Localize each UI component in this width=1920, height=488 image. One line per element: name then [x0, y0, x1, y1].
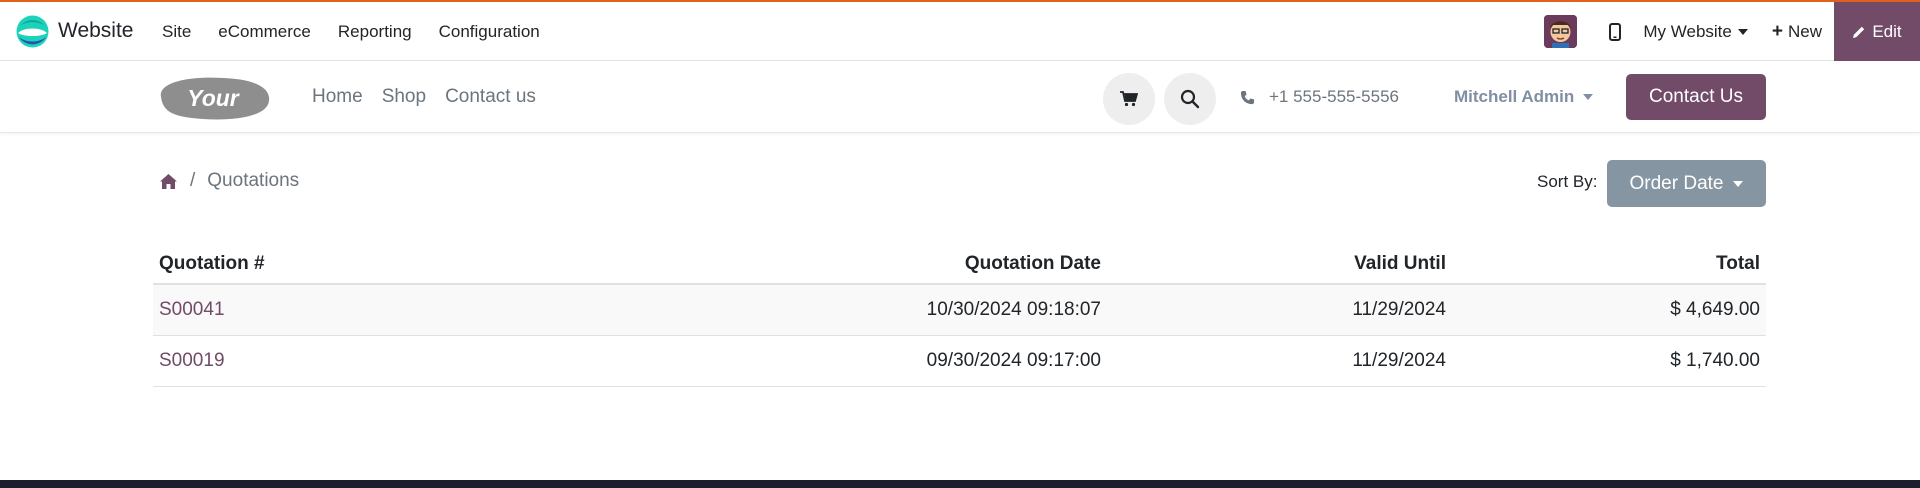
- edit-button-label: Edit: [1872, 21, 1902, 41]
- valid-until-cell: 11/29/2024: [1107, 335, 1452, 387]
- avatar-face-icon: [1544, 15, 1578, 48]
- cart-button[interactable]: [1103, 73, 1155, 125]
- website-selector[interactable]: My Website: [1643, 22, 1748, 42]
- quotation-link[interactable]: S00019: [159, 350, 225, 371]
- user-avatar[interactable]: [1544, 15, 1578, 48]
- table-row[interactable]: S00041 10/30/2024 09:18:07 11/29/2024 $ …: [153, 284, 1766, 336]
- sort-label: Sort By:: [1537, 172, 1598, 191]
- mobile-preview-icon[interactable]: [1609, 22, 1622, 41]
- quotation-number-cell: S00041: [153, 284, 713, 336]
- search-button[interactable]: [1164, 73, 1216, 125]
- admin-right-controls: My Website + New Edit: [1544, 2, 1920, 61]
- sort-value: Order Date: [1629, 172, 1724, 194]
- total-cell: $ 1,740.00: [1452, 335, 1766, 387]
- edit-button[interactable]: Edit: [1834, 2, 1920, 61]
- menu-ecommerce[interactable]: eCommerce: [218, 22, 311, 42]
- menu-configuration[interactable]: Configuration: [439, 22, 540, 42]
- chevron-down-icon: [1583, 94, 1594, 100]
- site-nav: Home Shop Contact us: [312, 61, 555, 133]
- new-button-label: New: [1787, 21, 1822, 41]
- quotation-date-cell: 09/30/2024 09:17:00: [713, 335, 1107, 387]
- chevron-down-icon: [1733, 180, 1744, 187]
- phone-icon: [1240, 90, 1255, 104]
- user-name: Mitchell Admin: [1454, 87, 1575, 106]
- menu-reporting[interactable]: Reporting: [338, 22, 412, 42]
- search-icon: [1180, 89, 1200, 109]
- nav-contact-us[interactable]: Contact us: [445, 86, 536, 108]
- nav-shop[interactable]: Shop: [382, 86, 426, 108]
- home-icon[interactable]: [159, 173, 178, 190]
- column-header-quotation-date: Quotation Date: [713, 244, 1107, 285]
- admin-navbar: Website Site eCommerce Reporting Configu…: [0, 0, 1920, 61]
- admin-menu: Site eCommerce Reporting Configuration: [162, 2, 567, 61]
- table-header-row: Quotation # Quotation Date Valid Until T…: [153, 244, 1766, 285]
- quotation-date-cell: 10/30/2024 09:18:07: [713, 284, 1107, 336]
- breadcrumb: / Quotations: [159, 170, 299, 192]
- contact-us-button[interactable]: Contact Us: [1626, 74, 1766, 120]
- quotation-number-cell: S00019: [153, 335, 713, 387]
- sort-dropdown[interactable]: Order Date: [1607, 160, 1766, 207]
- breadcrumb-current: Quotations: [207, 170, 300, 191]
- user-menu[interactable]: Mitchell Admin: [1454, 61, 1594, 133]
- nav-home[interactable]: Home: [312, 86, 363, 108]
- column-header-quotation-number: Quotation #: [153, 244, 713, 285]
- quotation-link[interactable]: S00041: [159, 299, 225, 320]
- site-logo[interactable]: Your: [153, 73, 273, 123]
- website-app-icon[interactable]: [16, 15, 49, 48]
- plus-icon: +: [1771, 20, 1783, 42]
- app-name[interactable]: Website: [58, 19, 133, 43]
- site-header: Your Home Shop Contact us +1 555-555-555…: [0, 61, 1920, 133]
- footer-bar: [0, 480, 1920, 488]
- chevron-down-icon: [1737, 28, 1748, 35]
- phone-contact[interactable]: +1 555-555-5556: [1240, 61, 1399, 133]
- breadcrumb-separator: /: [190, 170, 196, 191]
- quotations-table: Quotation # Quotation Date Valid Until T…: [153, 244, 1766, 387]
- column-header-valid-until: Valid Until: [1107, 244, 1452, 285]
- cart-icon: [1120, 91, 1138, 107]
- pencil-icon: [1853, 26, 1865, 38]
- website-selector-label: My Website: [1643, 21, 1732, 41]
- column-header-total: Total: [1452, 244, 1766, 285]
- menu-site[interactable]: Site: [162, 22, 191, 42]
- phone-number: +1 555-555-5556: [1269, 87, 1399, 106]
- new-button[interactable]: + New: [1772, 21, 1822, 43]
- valid-until-cell: 11/29/2024: [1107, 284, 1452, 336]
- total-cell: $ 4,649.00: [1452, 284, 1766, 336]
- table-row[interactable]: S00019 09/30/2024 09:17:00 11/29/2024 $ …: [153, 335, 1766, 387]
- svg-text:Your: Your: [187, 85, 240, 111]
